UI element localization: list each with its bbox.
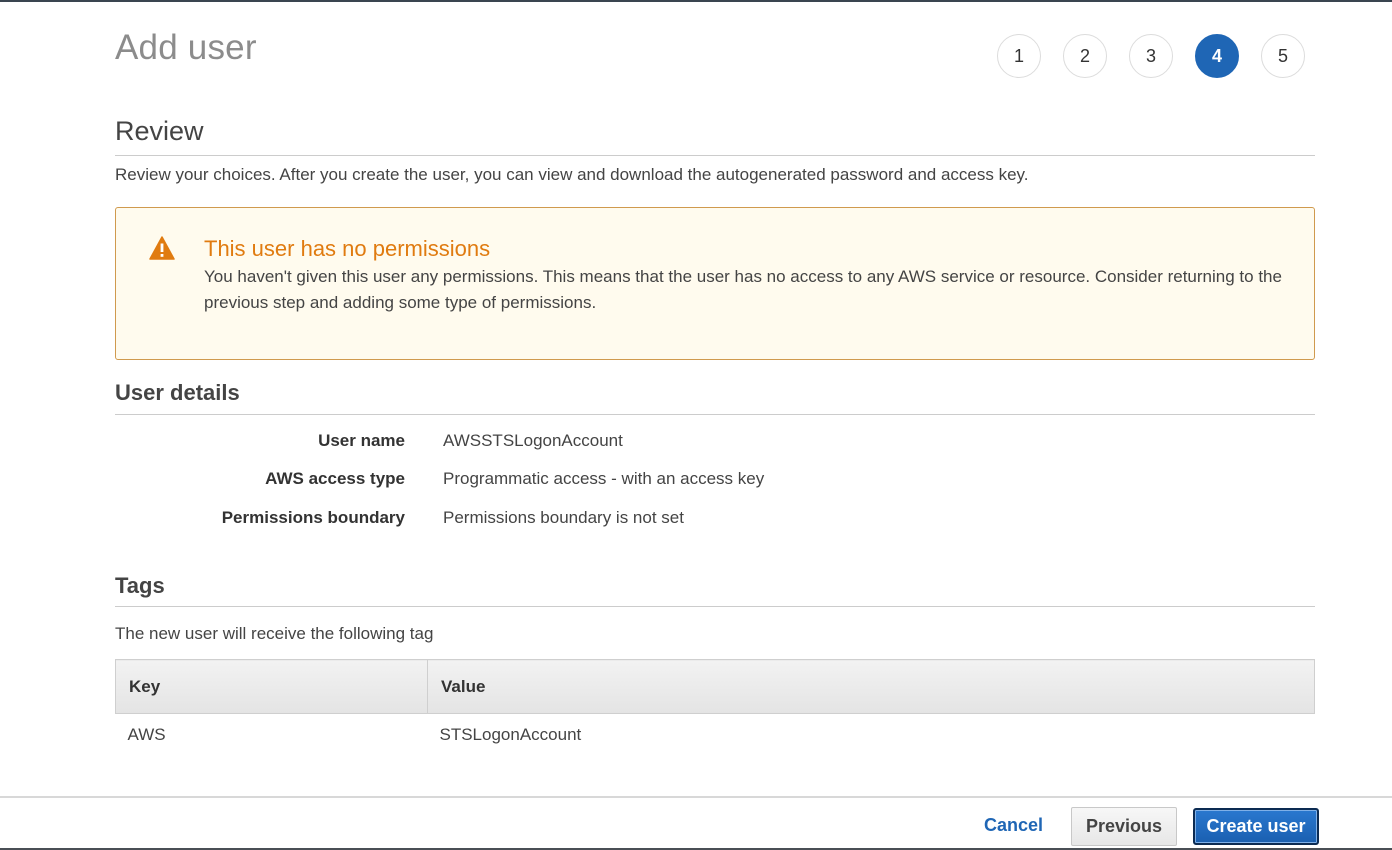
wizard-steps: 1 2 3 4 5 <box>997 34 1305 78</box>
detail-value: Programmatic access - with an access key <box>443 469 765 488</box>
no-permissions-alert: This user has no permissions You haven't… <box>115 207 1315 360</box>
footer-divider <box>0 796 1392 798</box>
review-heading: Review <box>115 116 204 146</box>
step-1[interactable]: 1 <box>997 34 1041 78</box>
top-border <box>0 0 1392 2</box>
review-description: Review your choices. After you create th… <box>115 165 1029 184</box>
user-details-divider <box>115 414 1315 415</box>
review-divider <box>115 155 1315 156</box>
tags-heading: Tags <box>115 573 165 598</box>
table-row: AWS STSLogonAccount <box>116 714 1315 756</box>
column-header-key[interactable]: Key <box>115 659 428 714</box>
detail-row-permissions-boundary: Permissions boundary Permissions boundar… <box>115 508 1315 532</box>
step-2[interactable]: 2 <box>1063 34 1107 78</box>
tags-table: Key Value AWS STSLogonAccount <box>115 659 1315 756</box>
tag-value-cell: STSLogonAccount <box>439 724 582 744</box>
detail-value: AWSSTSLogonAccount <box>443 431 623 450</box>
step-4-current[interactable]: 4 <box>1195 34 1239 78</box>
detail-row-user-name: User name AWSSTSLogonAccount <box>115 431 1315 455</box>
tags-divider <box>115 606 1315 607</box>
user-details-heading: User details <box>115 380 240 405</box>
warning-icon <box>149 236 175 260</box>
detail-value: Permissions boundary is not set <box>443 508 684 527</box>
detail-row-access-type: AWS access type Programmatic access - wi… <box>115 469 1315 493</box>
cancel-button[interactable]: Cancel <box>984 815 1043 836</box>
step-3[interactable]: 3 <box>1129 34 1173 78</box>
page-title: Add user <box>115 28 257 67</box>
column-header-value[interactable]: Value <box>427 659 1315 714</box>
detail-label: AWS access type <box>265 469 405 488</box>
step-5[interactable]: 5 <box>1261 34 1305 78</box>
alert-body: You haven't given this user any permissi… <box>204 267 1282 312</box>
previous-button[interactable]: Previous <box>1071 807 1177 846</box>
create-user-button[interactable]: Create user <box>1193 808 1319 845</box>
detail-label: User name <box>318 431 405 450</box>
table-header-row: Key Value <box>115 659 1315 714</box>
detail-label: Permissions boundary <box>221 508 405 527</box>
alert-title: This user has no permissions <box>204 236 491 261</box>
tags-description: The new user will receive the following … <box>115 624 434 643</box>
tag-key-cell: AWS <box>127 724 166 744</box>
